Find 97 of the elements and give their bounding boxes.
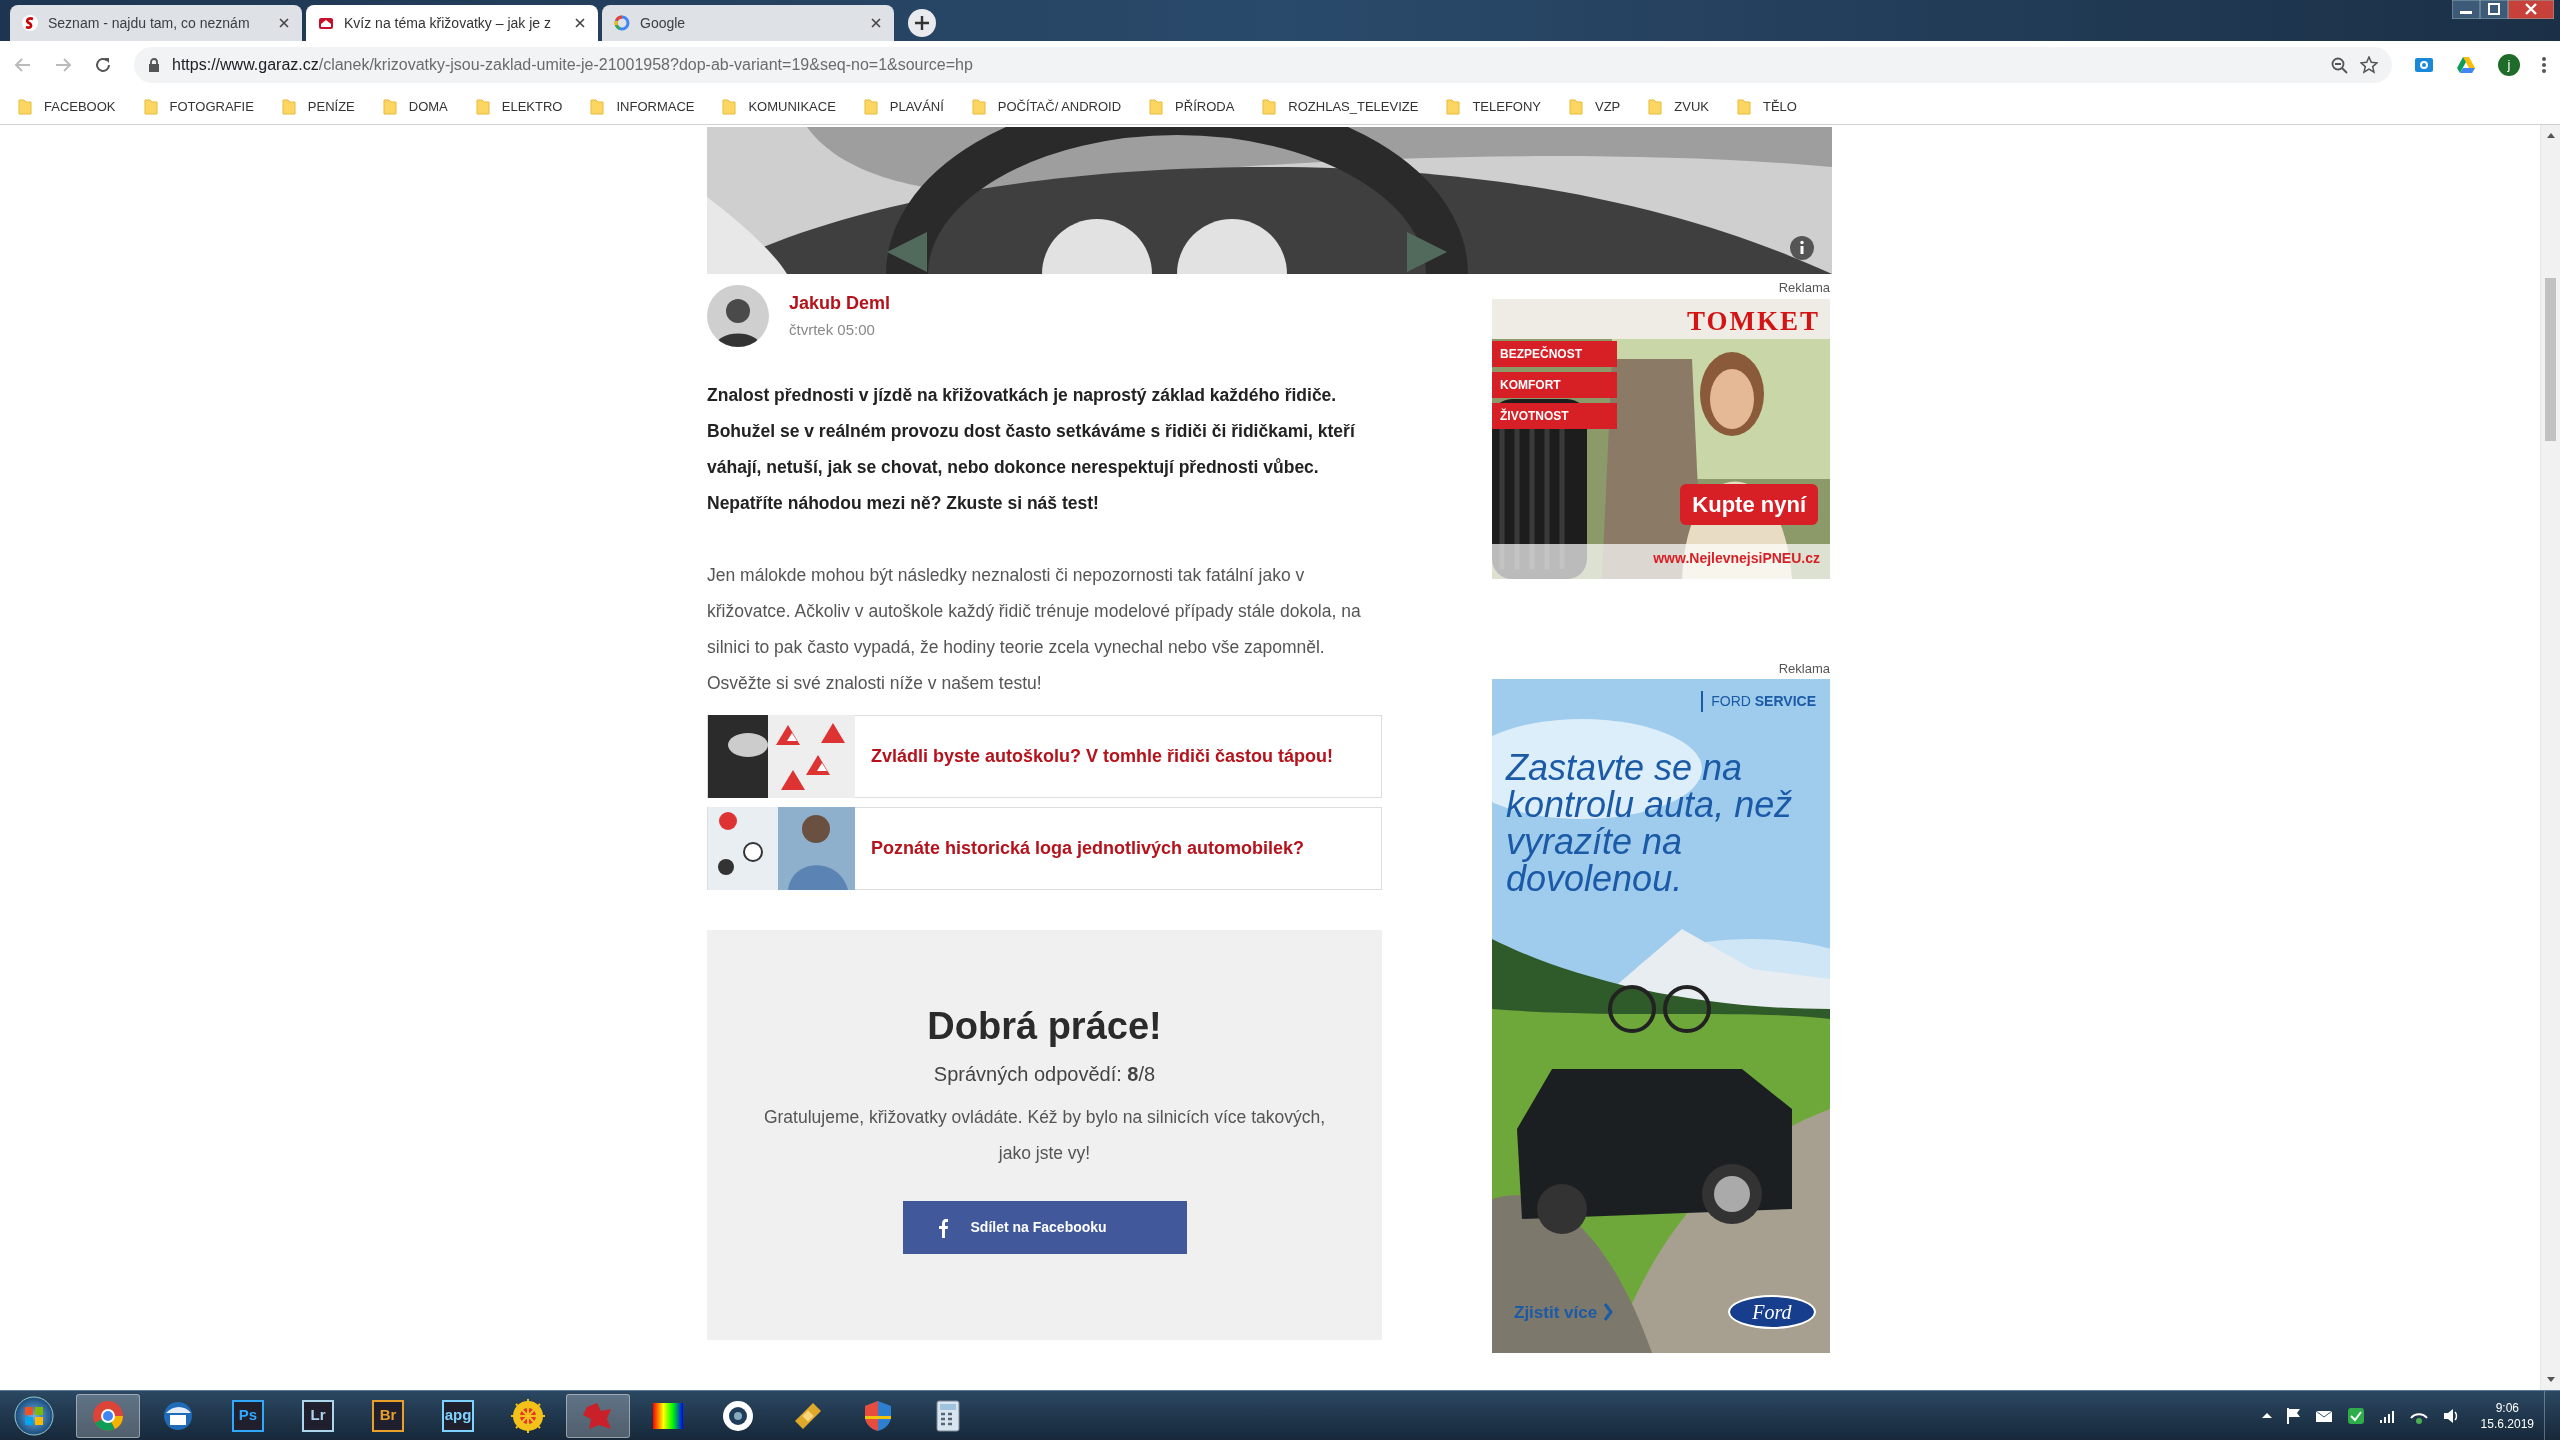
bookmark-folder[interactable]: PLAVÁNÍ (863, 96, 944, 117)
ad-ribbon: ŽIVOTNOST (1492, 402, 1617, 429)
bookmark-folder[interactable]: TĚLO (1736, 96, 1797, 117)
clock-date[interactable]: 15.6.2019 (2480, 1415, 2534, 1432)
article-paragraph: Jen málokde mohou být následky neznalosti či nepozornosti tak fatální jako v křižovatce. Ačkoliv v autoškole každý řidič trénuje modelové případy stále dokola, na silnici to pak často vypadá, že hodiny teorie zcela vynechal nebo vše zapomněl. Osvěžte si své znalosti níže v našem testu! (707, 564, 1362, 695)
aperture-icon (721, 1398, 755, 1433)
folder-icon (1262, 98, 1277, 115)
clock-time[interactable]: 9:06 (2495, 1399, 2519, 1416)
bookmark-folder[interactable]: ELEKTRO (475, 96, 563, 117)
folder-icon (1446, 98, 1461, 115)
folder-icon (18, 98, 32, 115)
bookmark-folder[interactable]: VZP (1569, 96, 1621, 117)
bookmark-folder[interactable]: FOTOGRAFIE (143, 96, 254, 117)
folder-icon (382, 98, 397, 115)
url-text: https://www.garaz.cz/clanek/krizovatky-jsou-zaklad-umite-je-21001958?dop-ab-variant=19&seq-no=1&source=hp (172, 55, 974, 75)
address-bar[interactable]: https://www.garaz.cz/clanek/krizovatky-jsou-zaklad-umite-je-21001958?dop-ab-variant=19&seq-no=1&source=hp (134, 47, 2392, 83)
chevron-icon (1603, 1303, 1614, 1322)
maximize-icon[interactable] (2480, 0, 2508, 19)
chrome-icon (91, 1398, 125, 1433)
favicon-icon (22, 15, 38, 31)
volume-icon[interactable] (2442, 1406, 2459, 1425)
buy-button[interactable]: Kupte nyní (1680, 483, 1818, 525)
tab-title: Kvíz na téma křižovatky – jak je z (344, 13, 552, 33)
taskbar-app[interactable]: Lr (286, 1393, 350, 1438)
favicon-icon (318, 15, 334, 31)
browser-tab[interactable]: Google (602, 5, 894, 41)
share-button[interactable]: Sdílet na Facebooku (902, 1201, 1187, 1254)
scrollbar-thumb[interactable] (2545, 278, 2556, 441)
browser-tab[interactable]: Kvíz na téma křižovatky – jak je z (306, 5, 598, 41)
taskbar-app[interactable] (76, 1393, 140, 1438)
folder-icon (1149, 98, 1164, 115)
ad-brand-text: FORD SERVICE (1701, 691, 1816, 712)
bookmark-folder[interactable]: ROZHLAS_TELEVIZE (1262, 96, 1419, 117)
check-icon[interactable] (2346, 1406, 2365, 1425)
drive-icon[interactable] (2456, 55, 2476, 75)
lock-icon (148, 58, 160, 72)
close-icon[interactable] (278, 17, 290, 29)
ad-ribbon: KOMFORT (1492, 371, 1617, 398)
tab-title: Google (640, 13, 687, 33)
folder-icon (475, 98, 490, 115)
sun-icon (511, 1398, 545, 1433)
taskbar-app[interactable]: Ps (216, 1393, 280, 1438)
zoom-out-icon[interactable] (2331, 56, 2348, 74)
ad-ribbon: BEZPEČNOST (1492, 340, 1617, 367)
close-icon[interactable] (574, 17, 586, 29)
bookmark-folder[interactable]: KOMUNIKACE (722, 96, 836, 117)
reload-icon[interactable] (94, 56, 112, 74)
ad-label: Reklama (1777, 279, 1830, 297)
start-button[interactable] (14, 1395, 54, 1436)
score-text: Správných odpovědí: 8/8 (933, 1062, 1156, 1087)
folder-icon (281, 98, 296, 115)
brand-text: TOMKET (1686, 304, 1820, 338)
folder-icon (722, 98, 737, 115)
publish-date: čtvrtek 05:00 (789, 320, 876, 341)
bookmark-folder[interactable]: POČÍTAČ/ ANDROID (971, 96, 1122, 117)
close-icon[interactable] (870, 17, 882, 29)
related-article-link[interactable]: Zvládli byste autoškolu? V tomhle řidiči častou tápou! (871, 743, 1334, 770)
bookmark-folder[interactable]: INFORMACE (590, 96, 695, 117)
minimize-icon[interactable] (2452, 0, 2480, 19)
bookmark-folder[interactable]: PENÍZE (281, 96, 355, 117)
flag-icon[interactable] (2285, 1406, 2301, 1425)
bookmark-folder[interactable]: TELEFONY (1446, 96, 1541, 117)
folder-icon (1569, 98, 1583, 115)
scroll-down-icon[interactable] (2546, 1377, 2555, 1383)
bookmark-folder[interactable]: ZVUK (1648, 96, 1709, 117)
profile-avatar[interactable]: j (2498, 54, 2520, 76)
scroll-up-icon[interactable] (2546, 132, 2555, 138)
ad-headline: Zastavte se na kontrolu auta, než vyrazíte na dovolenou. (1506, 749, 1794, 897)
bookmark-folder[interactable]: DOMA (382, 96, 448, 117)
bookmark-folder[interactable]: FACEBOOK (18, 96, 116, 117)
folder-icon (863, 98, 878, 115)
camera-icon[interactable] (2414, 55, 2434, 75)
taskbar-app[interactable]: apg (426, 1393, 490, 1438)
result-title: Dobrá práce! (927, 1004, 1162, 1049)
tab-title: Seznam - najdu tam, co neznám (48, 13, 251, 33)
favicon-icon (614, 15, 630, 31)
related-article-card[interactable]: Poznáte historická loga jednotlivých automobilek? (707, 807, 1382, 890)
ad-label: Reklama (1777, 659, 1830, 678)
star-icon[interactable] (2360, 56, 2378, 74)
result-message: Gratulujeme, křižovatky ovládáte. Kéž by bylo na silnicích více takových, jako jste vy! (762, 1106, 1327, 1165)
folder-icon (1648, 98, 1663, 115)
info-icon[interactable] (1790, 236, 1814, 260)
folder-icon (143, 98, 158, 115)
browser-tab[interactable]: Seznam - najdu tam, co neznám (10, 5, 302, 41)
folder-icon (590, 98, 605, 115)
show-hidden-icon[interactable] (2261, 1412, 2272, 1419)
folder-icon (1736, 98, 1751, 115)
new-tab-icon[interactable] (908, 9, 936, 37)
close-icon[interactable] (2508, 0, 2554, 19)
bookmark-folder[interactable]: PŘÍRODA (1149, 96, 1235, 117)
folder-icon (971, 98, 986, 115)
related-article-link[interactable]: Poznáte historická loga jednotlivých automobilek? (871, 835, 1305, 862)
lead-paragraph: Znalost přednosti v jízdě na křižovatkách je naprostý základ každého řidiče. Bohužel se v reálném provozu dost často setkáváme s řidiči či řidičkami, kteří váhají, netuší, jak se chovat, nebo dokonce nerespektují přednosti vůbec. Nepatříte náhodou mezi ně? Zkuste si náš test! (707, 384, 1356, 515)
author-name[interactable]: Jakub Deml (789, 290, 891, 318)
taskbar-app[interactable]: Br (356, 1393, 420, 1438)
menu-icon[interactable] (2542, 57, 2546, 73)
related-article-card[interactable]: Zvládli byste autoškolu? V tomhle řidiči častou tápou! (707, 715, 1382, 798)
